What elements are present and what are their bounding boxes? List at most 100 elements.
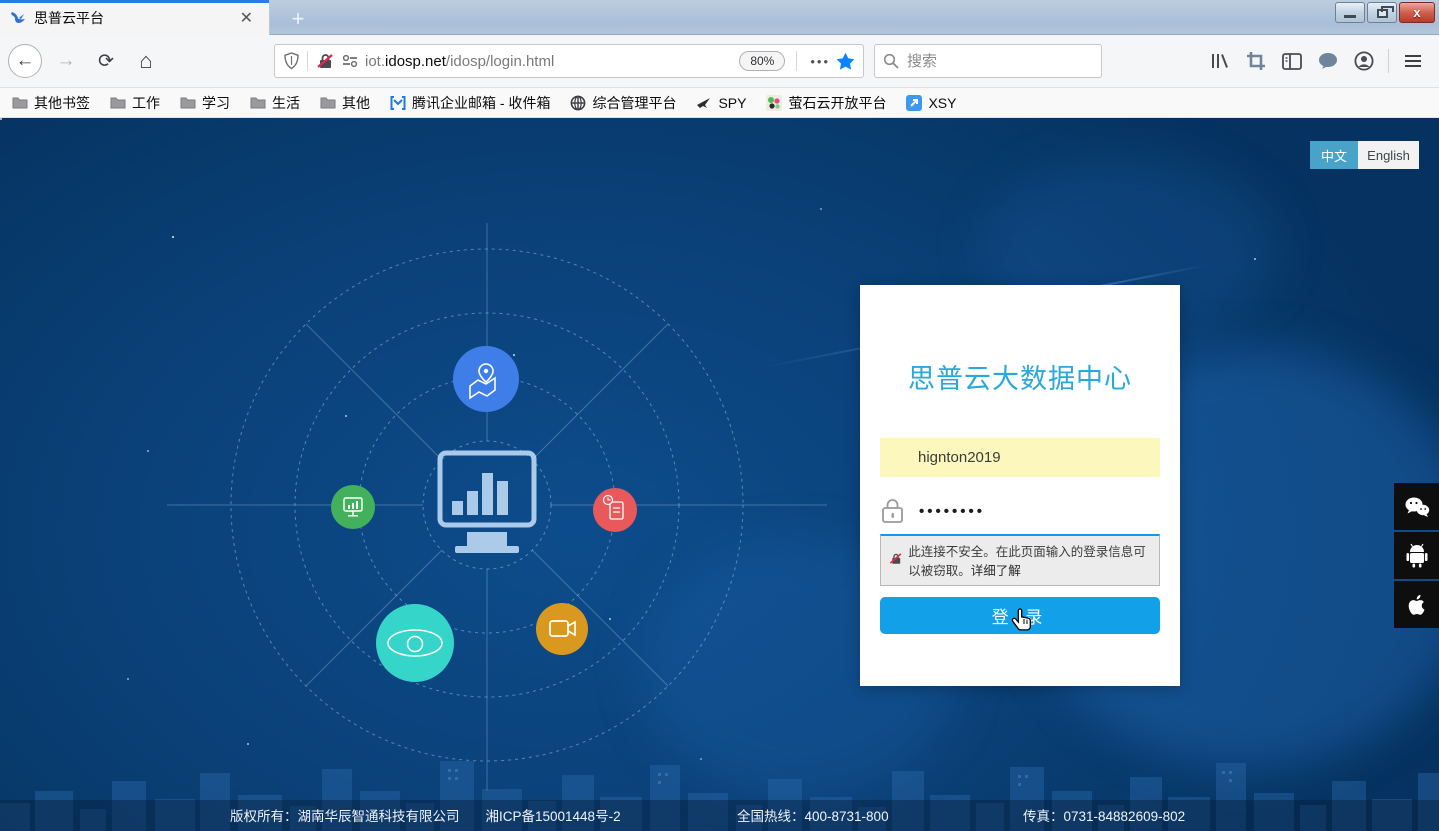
chat-bubble-icon <box>1318 52 1339 70</box>
android-app-button[interactable] <box>1394 532 1439 579</box>
tab-active[interactable]: 思普云平台 ✕ <box>0 0 270 35</box>
bookmark-label: 腾讯企业邮箱 - 收件箱 <box>412 93 550 113</box>
password-field[interactable]: •••••••• <box>880 493 1160 529</box>
permissions-icon[interactable] <box>341 53 359 69</box>
new-tab-button[interactable]: + <box>283 6 313 32</box>
lang-chinese-button[interactable]: 中文 <box>1310 141 1358 169</box>
restore-button[interactable] <box>1367 2 1397 23</box>
orbit-diagram <box>167 183 827 831</box>
search-icon <box>883 53 899 69</box>
back-button[interactable]: ← <box>8 44 42 78</box>
navigation-toolbar: ← → ⟳ ⌂ iot.idosp.net/idosp/login.htm <box>0 35 1439 88</box>
globe-icon <box>570 95 586 111</box>
insecure-connection-warning: 此连接不安全。在此页面输入的登录信息可以被窃取。详细了解 <box>880 534 1160 586</box>
warning-message: 此连接不安全。在此页面输入的登录信息可以被窃取。 <box>908 545 1146 578</box>
insecure-lock-icon[interactable] <box>315 52 335 70</box>
bookmark-label: 萤石云开放平台 <box>788 93 886 113</box>
divider <box>307 51 308 71</box>
minimize-button[interactable] <box>1335 2 1365 23</box>
lock-icon <box>880 497 905 525</box>
spy-plane-icon <box>696 96 712 110</box>
url-domain: idosp.net <box>385 53 446 70</box>
footer-copyright: 版权所有：湖南华辰智通科技有限公司湘ICP备15001448号-2 <box>230 805 621 825</box>
center-monitor-chart-icon <box>440 453 534 553</box>
sidebar-toggle-button[interactable] <box>1274 45 1310 77</box>
tracking-shield-icon[interactable] <box>283 52 300 70</box>
warning-text: 此连接不安全。在此页面输入的登录信息可以被窃取。详细了解 <box>908 543 1151 582</box>
copyright-text: 版权所有：湖南华辰智通科技有限公司 <box>230 809 460 824</box>
footer-hotline: 全国热线：400-8731-800 <box>737 805 889 825</box>
bookmark-label: 综合管理平台 <box>592 93 676 113</box>
reload-button[interactable]: ⟳ <box>90 45 122 77</box>
window-controls: x <box>1335 2 1435 23</box>
folder-icon <box>12 96 28 109</box>
bookmark-star-icon[interactable] <box>836 52 855 70</box>
bookmark-spy[interactable]: SPY <box>696 95 746 111</box>
xsy-icon <box>906 95 922 111</box>
login-button[interactable]: 登 录 <box>880 597 1160 634</box>
bookmark-tencent-mail[interactable]: 腾讯企业邮箱 - 收件箱 <box>390 93 550 113</box>
bookmark-folder-other-bookmarks[interactable]: 其他书签 <box>12 93 90 113</box>
zoom-level-badge[interactable]: 80% <box>739 51 785 71</box>
bookmark-ys-cloud[interactable]: 萤石云开放平台 <box>766 93 886 113</box>
app-download-dock <box>1394 483 1439 628</box>
lang-english-button[interactable]: English <box>1358 141 1419 169</box>
screenshot-button[interactable] <box>1238 45 1274 77</box>
tab-close-icon[interactable]: ✕ <box>234 6 259 30</box>
bookmark-folder-work[interactable]: 工作 <box>110 93 160 113</box>
restore-icon <box>1377 9 1388 18</box>
page-viewport: 中文 English 思普云大数据中心 •••••••• <box>0 118 1439 831</box>
footer-fax: 传真：0731-84882609-802 <box>1023 805 1185 825</box>
menu-button[interactable] <box>1395 45 1431 77</box>
bookmark-label: 工作 <box>132 93 160 113</box>
folder-icon <box>250 96 266 109</box>
messages-button[interactable] <box>1310 45 1346 77</box>
search-bar[interactable] <box>874 44 1102 78</box>
satellite-map-pin-icon <box>453 346 519 412</box>
home-button[interactable]: ⌂ <box>130 45 162 77</box>
bookmark-xsy[interactable]: XSY <box>906 95 956 111</box>
ios-app-button[interactable] <box>1394 581 1439 628</box>
minimize-icon <box>1344 15 1356 18</box>
login-title: 思普云大数据中心 <box>860 357 1180 396</box>
forward-button[interactable]: → <box>50 45 82 77</box>
warning-learn-more-link[interactable]: 详细了解 <box>971 564 1021 578</box>
page-actions-button[interactable]: ••• <box>810 54 830 69</box>
bookmark-label: 学习 <box>202 93 230 113</box>
close-icon: x <box>1413 5 1420 20</box>
browser-window: 思普云平台 ✕ + x ← → ⟳ ⌂ <box>0 0 1439 831</box>
satellite-eye-icon <box>376 604 454 682</box>
bookmark-label: 生活 <box>272 93 300 113</box>
wechat-button[interactable] <box>1394 483 1439 530</box>
tencent-mail-icon <box>390 96 406 110</box>
account-button[interactable] <box>1346 45 1382 77</box>
satellite-camera-icon <box>536 603 588 655</box>
apple-icon <box>1406 592 1428 618</box>
url-text[interactable]: iot.idosp.net/idosp/login.html <box>365 53 739 70</box>
username-input[interactable] <box>880 438 1160 477</box>
url-subdomain: iot. <box>365 53 385 70</box>
close-button[interactable]: x <box>1399 2 1435 23</box>
bookmark-folder-study[interactable]: 学习 <box>180 93 230 113</box>
divider <box>1388 49 1389 73</box>
tab-favicon-bird-icon <box>10 10 26 26</box>
language-toggle: 中文 English <box>1310 141 1419 169</box>
bookmark-label: 其他 <box>342 93 370 113</box>
account-person-icon <box>1354 51 1374 71</box>
screenshot-crop-icon <box>1246 51 1266 71</box>
url-bar[interactable]: iot.idosp.net/idosp/login.html 80% ••• <box>274 44 864 78</box>
login-card: 思普云大数据中心 •••••••• 此连接不安全。在此页面输入的登录信息可以被窃… <box>860 285 1180 686</box>
search-input[interactable] <box>907 53 1077 70</box>
bookmark-folder-life[interactable]: 生活 <box>250 93 300 113</box>
android-icon <box>1406 543 1428 568</box>
library-button[interactable] <box>1202 45 1238 77</box>
stars-decoration <box>0 118 2 120</box>
bookmark-management-platform[interactable]: 综合管理平台 <box>570 93 676 113</box>
bookmarks-bar: 其他书签 工作 学习 生活 其他 腾讯企业邮箱 - 收件箱 <box>0 88 1439 118</box>
bookmark-folder-misc[interactable]: 其他 <box>320 93 370 113</box>
folder-icon <box>110 96 126 109</box>
password-masked-value: •••••••• <box>919 503 985 520</box>
ys-cloud-icon <box>766 95 782 111</box>
tab-strip: 思普云平台 ✕ + x <box>0 0 1439 35</box>
toolbar-right-icons <box>1202 45 1431 77</box>
